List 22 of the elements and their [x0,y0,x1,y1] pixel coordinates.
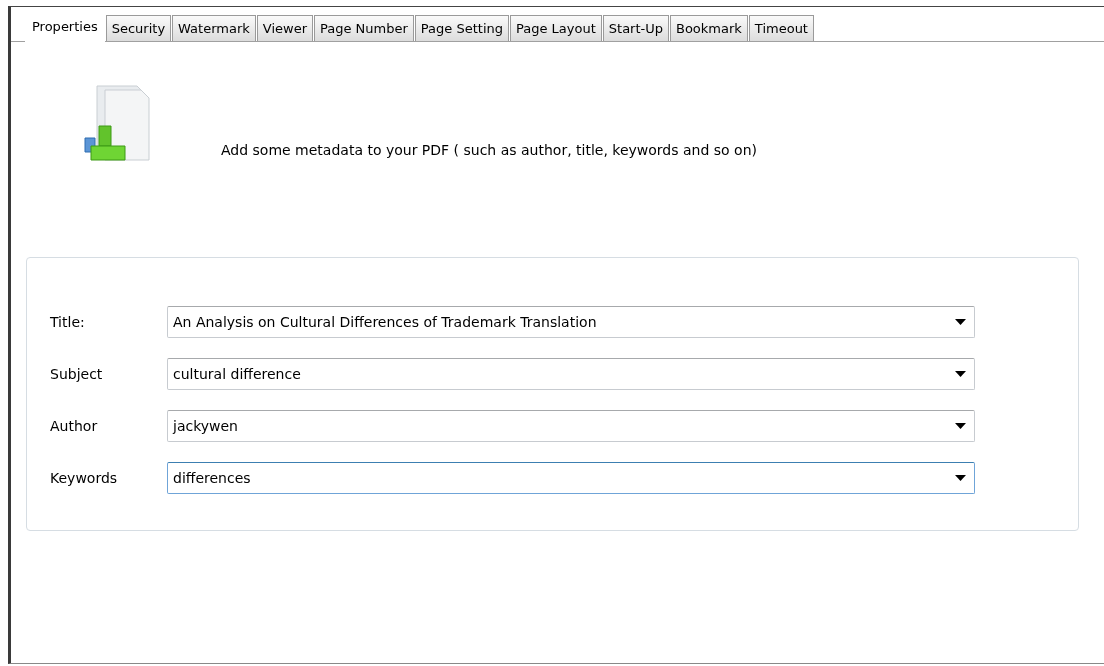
tab[interactable]: Page Layout [510,15,602,41]
caret-icon [955,475,966,481]
caret-icon [955,319,966,325]
tab[interactable]: Page Number [314,15,414,41]
tab[interactable]: Bookmark [670,15,748,41]
description-text: Add some metadata to your PDF ( such as author, title, keywords and so on) [221,142,757,158]
tab[interactable]: Security [105,15,172,41]
combo-box[interactable]: An Analysis on Cultural Differences of Trademark Translation [167,306,975,338]
tab[interactable]: Timeout [748,15,814,41]
combo-box[interactable]: jackywen [167,410,975,442]
tab[interactable]: Start-Up [602,15,669,41]
field-label: Subject [50,366,104,382]
tab[interactable]: Watermark [172,15,256,41]
field-label: Author [50,418,99,434]
tab[interactable]: Page Setting [414,15,509,41]
combo-box[interactable]: cultural difference [167,358,975,390]
caret-icon [955,371,966,377]
tab[interactable]: Viewer [256,15,313,41]
field-label: Keywords [50,470,119,486]
caret-icon [955,423,966,429]
combo-box[interactable]: differences [167,462,975,494]
field-label: Title: [50,314,86,330]
